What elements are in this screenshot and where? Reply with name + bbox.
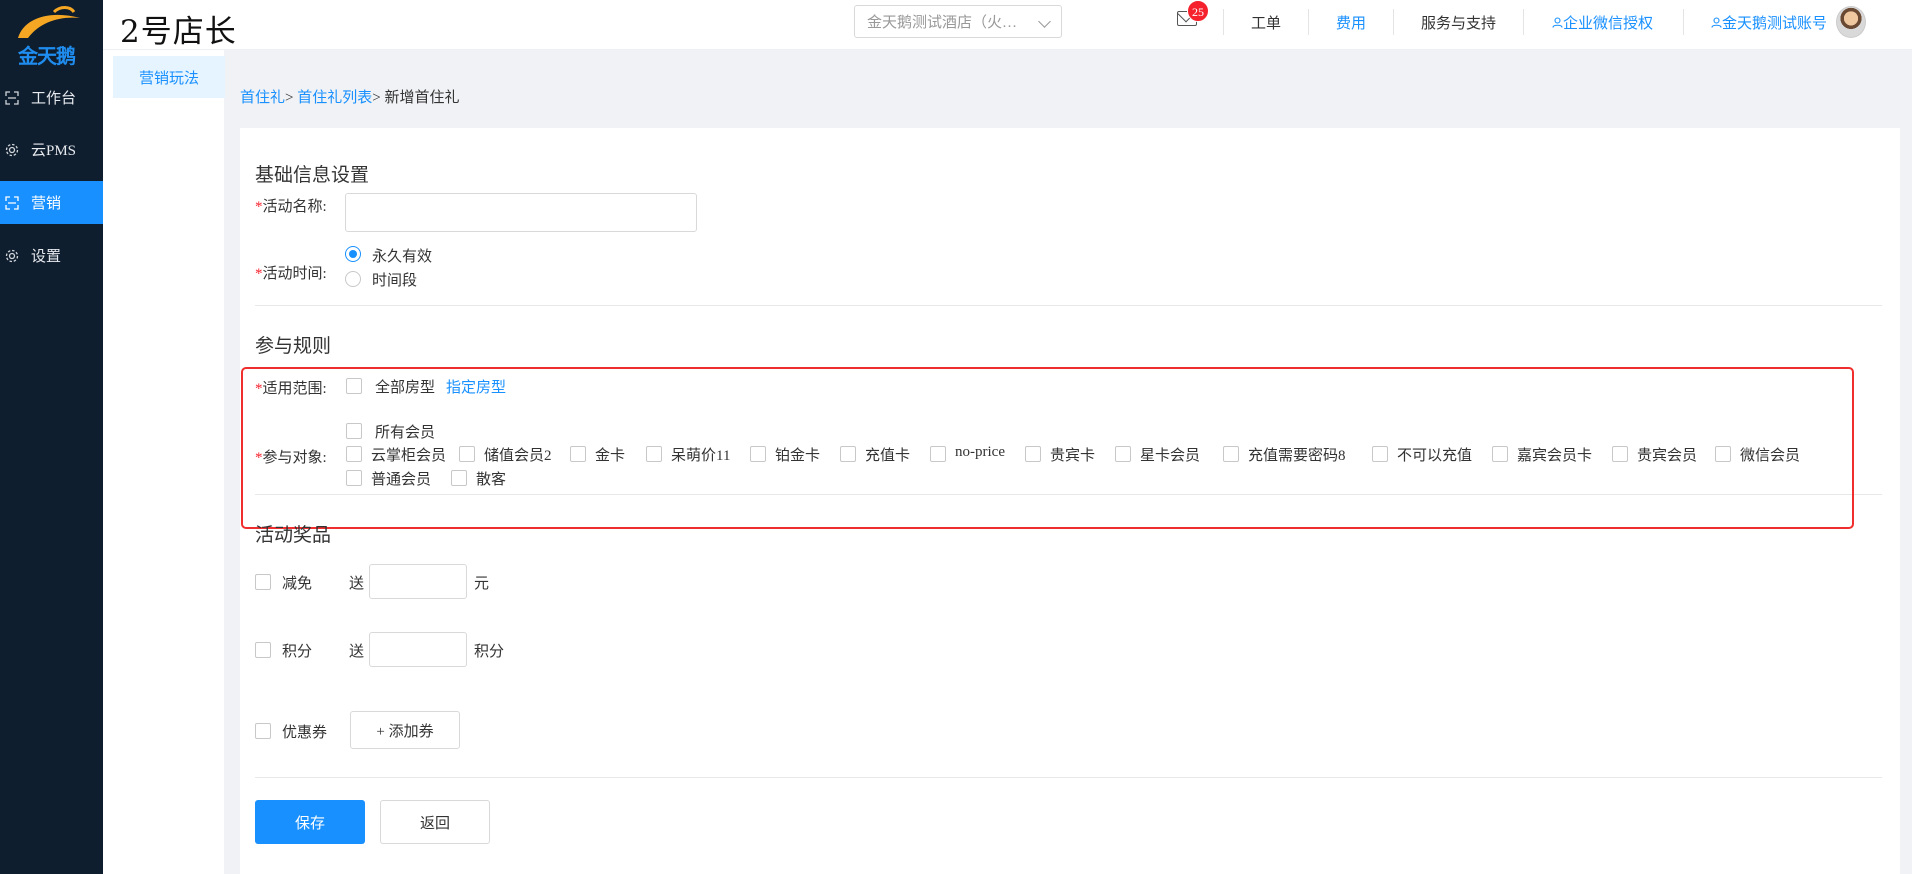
section-title-rules: 参与规则 xyxy=(255,336,332,357)
breadcrumb-current: 新增首住礼 xyxy=(384,90,460,106)
notification-badge: 25 xyxy=(1187,0,1209,22)
user-icon xyxy=(1552,17,1563,28)
points-label: 积分 xyxy=(282,644,313,660)
time-option-permanent: 永久有效 xyxy=(372,249,433,265)
breadcrumb-level2[interactable]: 首住礼列表 xyxy=(297,90,372,106)
wechat-auth-label: 企业微信授权 xyxy=(1563,16,1654,32)
points-checkbox[interactable] xyxy=(255,642,271,658)
breadcrumb-level1[interactable]: 首住礼 xyxy=(240,90,285,106)
divider xyxy=(1683,9,1684,35)
gear-icon xyxy=(5,143,19,156)
give-label: 送 xyxy=(349,644,365,660)
section-title-prizes: 活动奖品 xyxy=(255,525,332,546)
points-unit: 积分 xyxy=(474,644,505,660)
sidebar-item-label: 云PMS xyxy=(31,143,77,159)
divider xyxy=(255,777,1882,778)
divider xyxy=(255,305,1882,306)
settings-gear-icon xyxy=(5,249,19,262)
hotel-select[interactable]: 金天鹅测试酒店（火… xyxy=(854,5,1062,38)
wechat-auth-link[interactable]: 企业微信授权 xyxy=(1552,12,1653,33)
fees-link[interactable]: 费用 xyxy=(1336,12,1366,33)
divider xyxy=(1393,9,1394,35)
coupon-checkbox[interactable] xyxy=(255,723,271,739)
account-label: 金天鹅测试账号 xyxy=(1722,16,1828,32)
support-link[interactable]: 服务与支持 xyxy=(1421,12,1496,33)
swan-logo-icon xyxy=(18,6,80,38)
reduce-label: 减免 xyxy=(282,576,313,592)
chevron-down-icon xyxy=(1038,15,1051,28)
back-button[interactable]: 返回 xyxy=(380,800,490,844)
highlight-box xyxy=(241,367,1854,529)
divider xyxy=(1223,9,1224,35)
divider xyxy=(1308,9,1309,35)
reduce-checkbox[interactable] xyxy=(255,574,271,590)
secondary-menu: 营销玩法 xyxy=(103,50,225,874)
time-option-period: 时间段 xyxy=(372,273,418,289)
sidebar-item-settings[interactable]: 设置 xyxy=(0,234,103,277)
activity-name-label: *活动名称: xyxy=(255,199,327,215)
time-radio-permanent[interactable] xyxy=(345,246,361,262)
sidebar-item-marketing[interactable]: 营销 xyxy=(0,181,103,224)
brand-title: 2号店长 xyxy=(120,14,237,50)
submenu-item-marketing-play[interactable]: 营销玩法 xyxy=(113,56,225,98)
workbench-icon xyxy=(5,90,19,105)
coupon-label: 优惠券 xyxy=(282,725,328,741)
user-icon xyxy=(1711,17,1722,28)
breadcrumb: 首住礼> 首住礼列表> 新增首住礼 xyxy=(240,86,459,107)
avatar[interactable] xyxy=(1836,6,1866,38)
give-label: 送 xyxy=(349,576,365,592)
divider xyxy=(1523,9,1524,35)
sidebar-item-label: 设置 xyxy=(31,249,62,265)
hotel-select-value: 金天鹅测试酒店（火… xyxy=(867,15,1018,31)
account-link[interactable]: 金天鹅测试账号 xyxy=(1711,12,1827,33)
activity-time-label: *活动时间: xyxy=(255,266,327,282)
marketing-icon xyxy=(5,195,19,210)
activity-name-input[interactable] xyxy=(345,193,697,232)
breadcrumb-sep: > xyxy=(285,90,294,106)
time-radio-period[interactable] xyxy=(345,271,361,287)
points-amount-input[interactable] xyxy=(369,632,467,667)
main-sidebar: 金天鹅 工作台 云PMS 营销 设置 xyxy=(0,0,103,874)
save-button[interactable]: 保存 xyxy=(255,800,365,844)
workorder-link[interactable]: 工单 xyxy=(1251,12,1281,33)
sidebar-item-workbench[interactable]: 工作台 xyxy=(0,76,103,119)
breadcrumb-sep: > xyxy=(372,90,381,106)
reduce-amount-input[interactable] xyxy=(369,564,467,599)
sidebar-item-label: 营销 xyxy=(31,196,62,212)
logo: 金天鹅 xyxy=(0,0,103,68)
sidebar-item-label: 工作台 xyxy=(31,91,77,107)
sidebar-item-pms[interactable]: 云PMS xyxy=(0,128,103,171)
add-coupon-button[interactable]: + 添加券 xyxy=(350,711,460,749)
reduce-unit: 元 xyxy=(474,576,490,592)
logo-text: 金天鹅 xyxy=(18,46,76,68)
section-title-basic: 基础信息设置 xyxy=(255,165,370,186)
